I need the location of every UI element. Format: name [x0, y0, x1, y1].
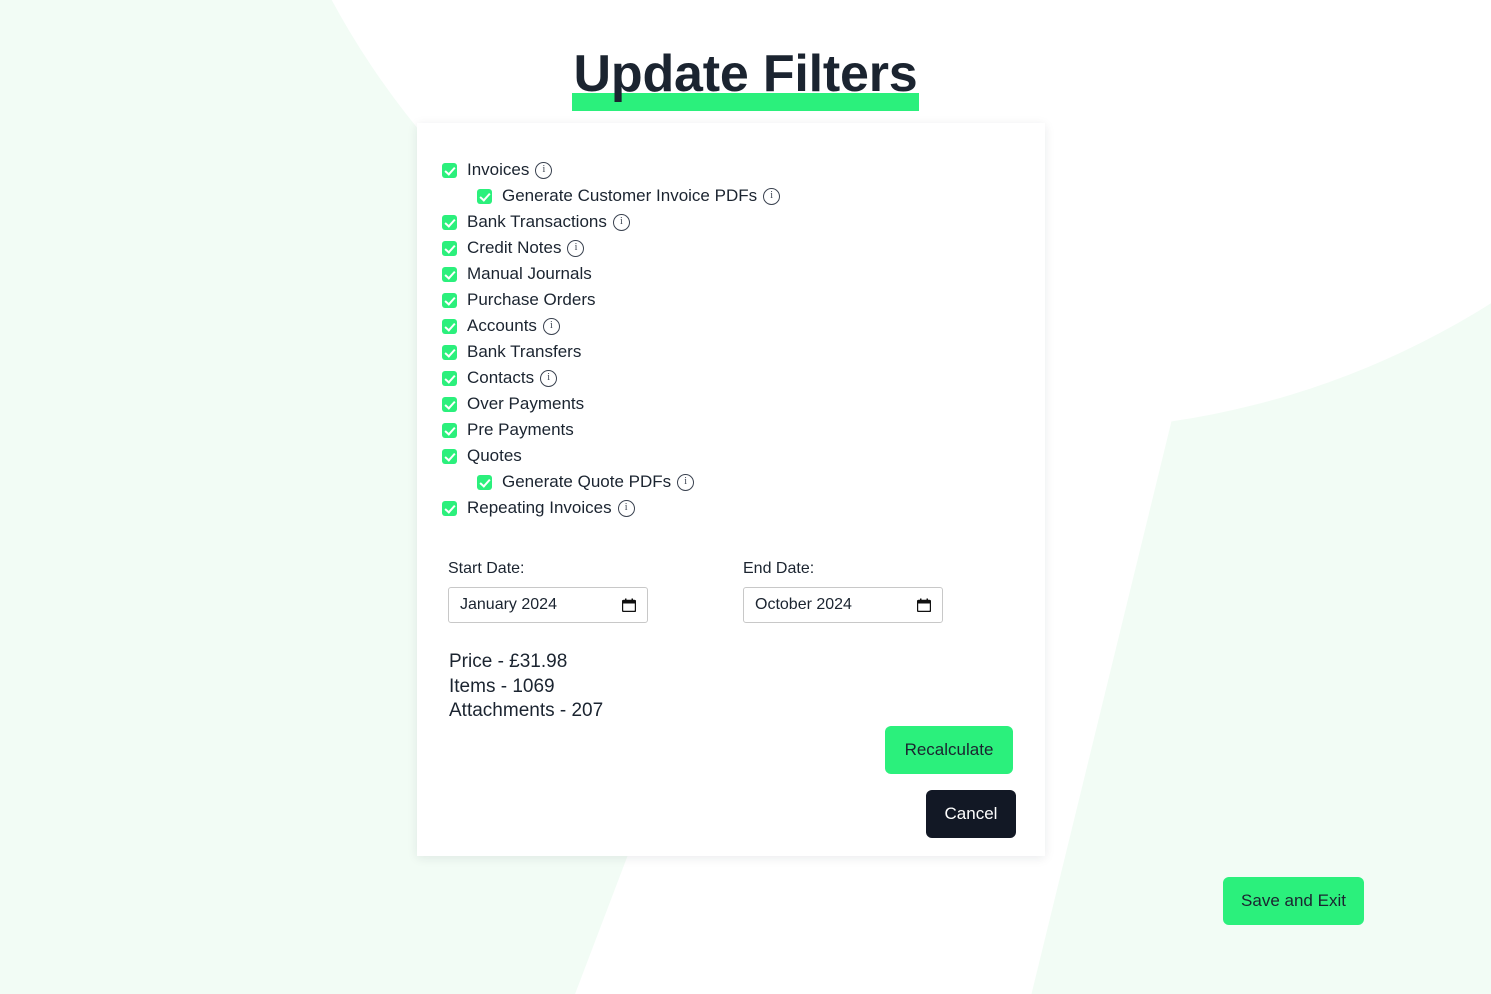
checkbox-checked-icon[interactable] [477, 474, 492, 490]
checkbox-checked-icon[interactable] [442, 500, 457, 516]
checkbox-checked-icon[interactable] [442, 396, 457, 412]
page-title-container: Update Filters [0, 8, 1491, 140]
summary-attachments: Attachments - 207 [449, 700, 604, 721]
filter-row: Manual Journals [442, 261, 1022, 287]
checkbox-checked-icon[interactable] [442, 344, 457, 360]
save-and-exit-button[interactable]: Save and Exit [1223, 877, 1364, 925]
end-date-label: End Date: [743, 560, 815, 577]
start-date-input[interactable]: January 2024 [448, 587, 648, 623]
filter-row: Bank Transfers [442, 339, 1022, 365]
filter-row: Repeating Invoices [442, 495, 1022, 521]
filter-label: Generate Customer Invoice PDFs [502, 186, 758, 205]
filter-label: Bank Transfers [467, 342, 582, 361]
checkbox-checked-icon[interactable] [442, 162, 457, 178]
filter-row: Accounts [442, 313, 1022, 339]
page-title: Update Filters [571, 43, 920, 111]
info-icon[interactable] [617, 499, 635, 517]
filter-row: Credit Notes [442, 235, 1022, 261]
start-date-label: Start Date: [448, 560, 525, 577]
filter-label: Bank Transactions [467, 212, 607, 231]
checkbox-checked-icon[interactable] [442, 318, 457, 334]
checkbox-checked-icon[interactable] [442, 292, 457, 308]
summary-items: Items - 1069 [449, 675, 555, 697]
checkbox-checked-icon[interactable] [442, 422, 457, 438]
filter-row: Quotes [442, 443, 1022, 469]
filter-row: Invoices [442, 157, 1022, 183]
date-range-row: Start Date: January 2024 End Date: Octob… [448, 558, 943, 623]
info-icon[interactable] [567, 239, 585, 257]
info-icon[interactable] [763, 187, 781, 205]
checkbox-checked-icon[interactable] [442, 370, 457, 386]
info-icon[interactable] [677, 473, 695, 491]
filter-checkbox-list: Invoices Generate Customer Invoice PDFs Ba… [442, 157, 1022, 521]
checkbox-checked-icon[interactable] [442, 214, 457, 230]
filters-card: Invoices Generate Customer Invoice PDFs Ba… [417, 123, 1045, 856]
filter-row: Purchase Orders [442, 287, 1022, 313]
filter-row: Generate Customer Invoice PDFs [442, 183, 1022, 209]
summary-price: Price - £31.98 [449, 651, 568, 672]
checkbox-checked-icon[interactable] [442, 448, 457, 464]
filter-label: Invoices [467, 160, 530, 179]
filter-row: Pre Payments [442, 417, 1022, 443]
start-date-value: January 2024 [460, 596, 557, 613]
checkbox-checked-icon[interactable] [442, 266, 457, 282]
info-icon[interactable] [542, 317, 560, 335]
checkbox-checked-icon[interactable] [442, 240, 457, 256]
filter-row: Generate Quote PDFs [442, 469, 1022, 495]
filter-label: Generate Quote PDFs [502, 472, 672, 491]
filter-row: Contacts [442, 365, 1022, 391]
filter-label: Quotes [467, 446, 522, 465]
checkbox-checked-icon[interactable] [477, 188, 492, 204]
filter-label: Pre Payments [467, 420, 574, 439]
filter-label: Repeating Invoices [467, 498, 612, 517]
page-title-text: Update Filters [573, 44, 918, 103]
filter-label: Manual Journals [467, 264, 592, 283]
filter-row: Bank Transactions [442, 209, 1022, 235]
info-icon[interactable] [612, 213, 630, 231]
start-date-group: Start Date: January 2024 [448, 558, 648, 623]
calendar-icon[interactable] [622, 598, 636, 612]
filter-label: Over Payments [467, 394, 585, 413]
filter-label: Credit Notes [467, 238, 562, 257]
end-date-value: October 2024 [755, 596, 852, 613]
calendar-icon[interactable] [917, 598, 931, 612]
end-date-group: End Date: October 2024 [743, 558, 943, 623]
filter-label: Contacts [467, 368, 535, 387]
info-icon[interactable] [540, 369, 558, 387]
recalculate-button[interactable]: Recalculate [885, 726, 1013, 774]
filter-label: Accounts [467, 316, 537, 335]
price-summary: Price - £31.98 Items - 1069 Attachments … [449, 650, 603, 724]
cancel-button[interactable]: Cancel [926, 790, 1016, 838]
info-icon[interactable] [535, 161, 553, 179]
end-date-input[interactable]: October 2024 [743, 587, 943, 623]
filter-label: Purchase Orders [467, 290, 596, 309]
filter-row: Over Payments [442, 391, 1022, 417]
